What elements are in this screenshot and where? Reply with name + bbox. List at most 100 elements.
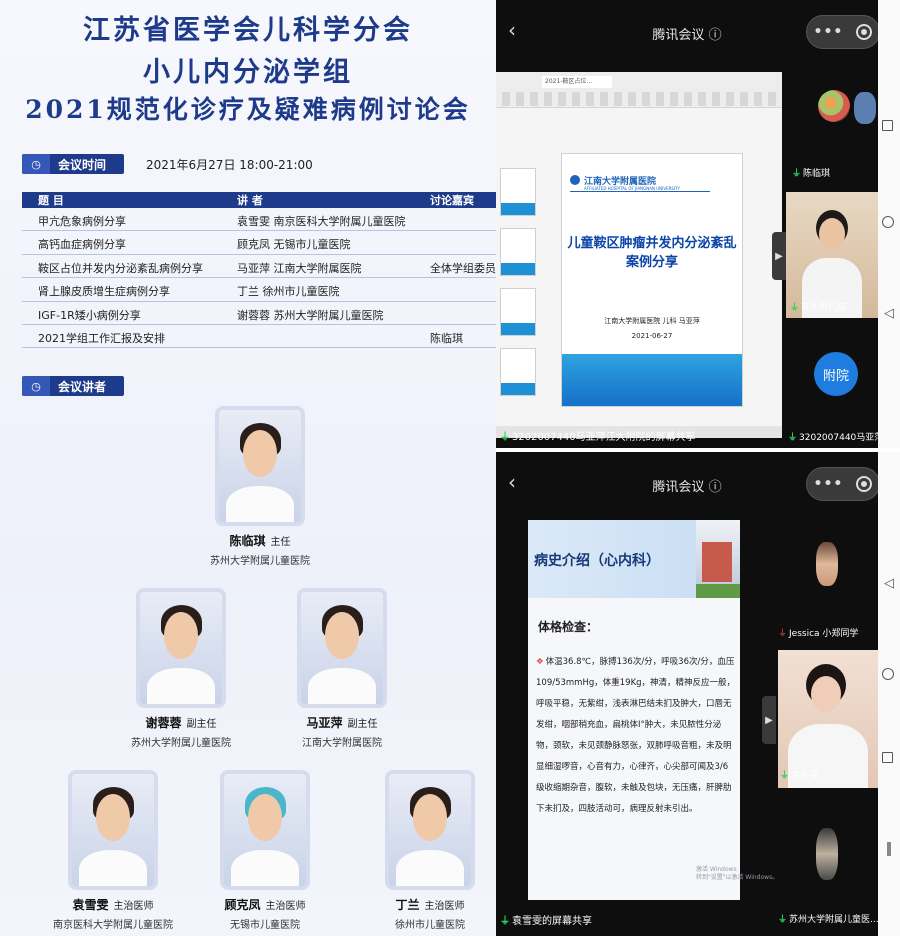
slide-section-title: 体格检查：	[538, 620, 599, 634]
speaker-hospital: 苏州大学附属儿童医院	[131, 738, 231, 749]
poster-title-org: 江苏省医学会儿科学分会	[83, 15, 413, 46]
record-icon[interactable]	[856, 476, 873, 492]
meeting-window-bottom: ‹ 腾讯会议 ⓘ ••• 病史介绍（心内科） 体格检查： ❖ 体温36.8℃，脉搏…	[496, 452, 900, 936]
schedule-speaker: 谢蓉蓉 苏州大学附属儿童医院	[237, 308, 384, 322]
participant-avatar[interactable]	[854, 92, 876, 124]
nav-home-button[interactable]	[882, 668, 896, 680]
windows-activation-watermark: 激活 Windows 转到"设置"以激活 Windows。	[696, 866, 779, 881]
speaker-name: 袁雪雯 主治医师	[72, 898, 154, 912]
clock-icon: ◷	[22, 154, 50, 174]
schedule-row: 甲亢危象病例分享 袁雪雯 南京医科大学附属儿童医院	[22, 208, 496, 232]
speakers-tag: ◷ 会议讲者	[22, 376, 124, 396]
slide-thumbnail[interactable]	[500, 348, 536, 396]
schedule-row: 2021学组工作汇报及安排 陈临琪	[22, 325, 496, 349]
slide-header: 病史介绍（心内科）	[528, 520, 740, 598]
schedule-topic: 鞍区占位并发内分泌紊乱病例分享	[38, 261, 203, 275]
speaker-card: 袁雪雯 主治医师 南京医科大学附属儿童医院	[38, 770, 188, 931]
speaker-name: 顾克凤 主治医师	[224, 898, 306, 912]
meeting-capsule-menu[interactable]: •••	[806, 467, 880, 501]
participant-name: ⏚ 3202007440马亚萍...	[788, 433, 892, 443]
mic-icon: ⏚	[780, 771, 790, 781]
participant-name: ⏚ Jessica 小郑同学	[778, 629, 859, 639]
schedule-topic: 肾上腺皮质增生症病例分享	[38, 285, 170, 299]
speaker-name: 丁兰 主治医师	[395, 898, 465, 912]
slide-date: 2021-06-27	[631, 332, 673, 340]
schedule-row: IGF-1R矮小病例分享 谢蓉蓉 苏州大学附属儿童医院	[22, 302, 496, 325]
ppt-toolbar: 2021-鞍区占位...	[496, 72, 782, 108]
schedule-discussion: 陈临琪	[430, 331, 463, 345]
collapse-panel-tab[interactable]: ▶	[762, 696, 776, 744]
ppt-tab[interactable]: 2021-鞍区占位...	[542, 76, 612, 88]
slide-title: 儿童鞍区肿瘤并发内分泌紊乱案例分享	[567, 236, 737, 270]
shared-screen[interactable]: 2021-鞍区占位... 江南大学附属医院 AFFILIATED HOSPITAL…	[496, 72, 782, 438]
speaker-name: 谢蓉蓉 副主任	[145, 716, 217, 730]
current-slide: 江南大学附属医院 AFFILIATED HOSPITAL OF JIANGNAN …	[562, 154, 742, 406]
ppt-ribbon	[502, 92, 776, 106]
schedule-header-speaker: 讲 者	[237, 194, 263, 207]
schedule-row: 高钙血症病例分享 顾克凤 无锡市儿童医院	[22, 231, 496, 255]
poster-title-group: 小儿内分泌学组	[143, 57, 353, 88]
schedule-header: 题 目 讲 者 讨论嘉宾	[22, 192, 496, 208]
mic-icon: ⏚	[500, 432, 510, 443]
more-icon[interactable]: •••	[814, 476, 844, 492]
nav-back-button[interactable]: ◁	[882, 576, 896, 591]
collapse-panel-tab[interactable]: ▶	[772, 232, 786, 280]
speaker-hospital: 江南大学附属医院	[302, 738, 382, 749]
speaker-card: 陈临琪 主任 苏州大学附属儿童医院	[205, 406, 315, 567]
mic-icon: ⏚	[792, 169, 802, 179]
speaker-hospital: 苏州大学附属儿童医院	[210, 556, 310, 567]
speaker-card: 谢蓉蓉 副主任 苏州大学附属儿童医院	[118, 588, 244, 749]
schedule-topic: 2021学组工作汇报及安排	[38, 331, 165, 345]
slide-thumbnail[interactable]	[500, 228, 536, 276]
hospital-logo: 江南大学附属医院 AFFILIATED HOSPITAL OF JIANGNAN …	[570, 174, 710, 192]
participant-name: ⏚ 袁雪雯	[780, 771, 819, 781]
slide-thumbnail[interactable]	[500, 288, 536, 336]
meeting-time-label: 会议时间	[58, 157, 107, 172]
speaker-hospital: 南京医科大学附属儿童医院	[53, 920, 173, 931]
poster-title-event: 2021规范化诊疗及疑难病例讨论会	[25, 95, 471, 124]
mic-icon: ⏚	[788, 433, 798, 443]
meeting-capsule-menu[interactable]: •••	[806, 15, 880, 49]
participant-name: ⏚ 陈临琪	[792, 169, 831, 179]
nav-recent-button[interactable]	[882, 752, 896, 763]
schedule-topic: 甲亢危象病例分享	[38, 215, 126, 228]
speaker-name: 马亚萍 副主任	[306, 716, 378, 730]
android-nav-bar: ◁	[878, 0, 900, 448]
slide-thumbnail[interactable]	[500, 168, 536, 216]
mic-muted-icon: ⏚	[778, 629, 788, 639]
schedule-header-topic: 题 目	[38, 194, 64, 207]
nav-home-button[interactable]	[882, 216, 896, 228]
record-icon[interactable]	[856, 24, 873, 40]
more-icon[interactable]: •••	[814, 24, 844, 40]
info-icon[interactable]: ⓘ	[709, 28, 722, 43]
slide-subtitle: 江南大学附属医院 儿科 马亚萍	[604, 317, 700, 325]
screen-share-label: ⏚ 袁雪雯的屏幕共享	[500, 916, 592, 927]
meeting-poster: 江苏省医学会儿科学分会 小儿内分泌学组 2021规范化诊疗及疑难病例讨论会 ◷ …	[0, 0, 496, 936]
slide-band	[562, 354, 742, 406]
speaker-card: 马亚萍 副主任 江南大学附属医院	[282, 588, 402, 749]
schedule-header-discussion: 讨论嘉宾	[430, 194, 474, 207]
info-icon[interactable]: ⓘ	[709, 480, 722, 495]
participant-avatar-initials[interactable]: 附院	[814, 352, 858, 396]
schedule-speaker: 袁雪雯 南京医科大学附属儿童医院	[237, 215, 406, 228]
participant-avatar[interactable]	[816, 542, 838, 586]
schedule-speaker: 马亚萍 江南大学附属医院	[237, 261, 362, 275]
speaker-photo	[297, 588, 387, 708]
nav-handle[interactable]	[882, 842, 896, 856]
participant-avatar[interactable]	[816, 828, 838, 880]
speaker-name: 陈临琪 主任	[229, 534, 291, 548]
schedule-row: 鞍区占位并发内分泌紊乱病例分享 马亚萍 江南大学附属医院 全体学组委员	[22, 255, 496, 279]
schedule-speaker: 丁兰 徐州市儿童医院	[237, 285, 340, 299]
mic-icon: ⏚	[790, 303, 800, 313]
schedule-discussion: 全体学组委员	[430, 261, 496, 275]
speaker-hospital: 徐州市儿童医院	[395, 920, 465, 931]
speaker-photo	[215, 406, 305, 526]
mic-icon: ⏚	[778, 915, 788, 925]
participant-avatar[interactable]	[818, 90, 850, 122]
nav-recent-button[interactable]	[882, 120, 896, 131]
nav-back-button[interactable]: ◁	[882, 306, 896, 321]
meeting-time-value: 2021年6月27日 18:00-21:00	[146, 158, 313, 172]
slide-body: ❖ 体温36.8℃，脉搏136次/分，呼吸36次/分，血压 109/53mmHg，…	[536, 657, 736, 814]
schedule-topic: IGF-1R矮小病例分享	[38, 308, 141, 322]
shared-slide[interactable]: 病史介绍（心内科） 体格检查： ❖ 体温36.8℃，脉搏136次/分，呼吸36次/…	[528, 520, 778, 900]
